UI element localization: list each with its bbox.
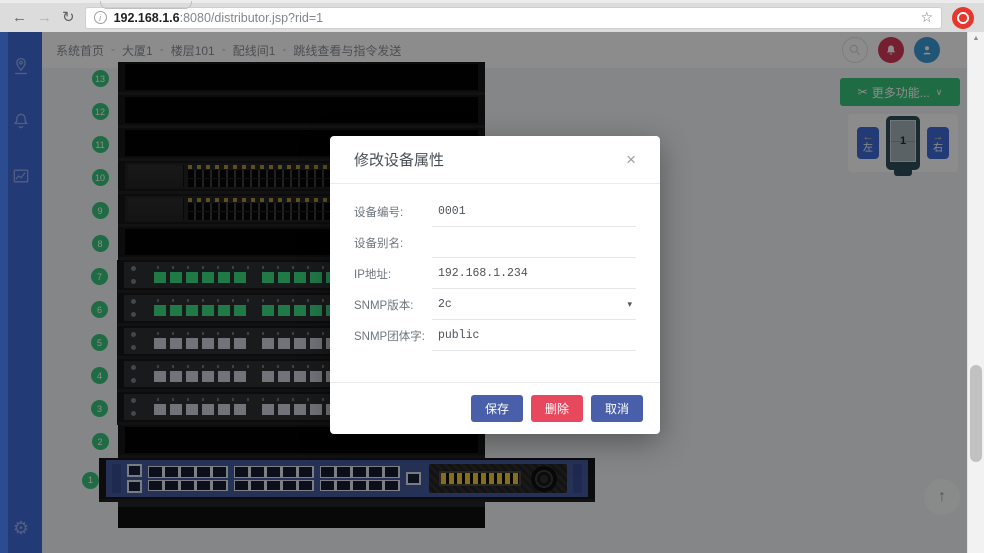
browser-forward-button[interactable]: → [37,10,52,25]
scrollbar-thumb[interactable] [970,365,982,462]
close-icon[interactable]: × [626,151,636,168]
field-ip-address: IP地址: 192.168.1.234 [354,258,636,289]
field-value: public [438,329,479,342]
app-window: ⚙ 系统首页-大厦1-楼层101-配线间1-跳线查看与指令发送 13121110… [0,32,984,553]
sidebar-accent-strip [0,32,8,553]
delete-button[interactable]: 删除 [531,395,583,422]
save-button[interactable]: 保存 [471,395,523,422]
url-text: 192.168.1.6:8080/distributor.jsp?rid=1 [114,9,324,27]
ip-address-input[interactable]: 192.168.1.234 [432,258,636,289]
field-value: 0001 [438,205,466,218]
snmp-community-input[interactable]: public [432,320,636,351]
field-value: 192.168.1.234 [438,267,528,280]
cancel-button[interactable]: 取消 [591,395,643,422]
caret-down-icon: ▾ [627,299,636,310]
scrollbar[interactable]: ▲ [967,32,984,553]
device-alias-input[interactable] [432,227,636,258]
field-value: 2c [438,298,452,311]
scrollbar-up-arrow[interactable]: ▲ [968,32,984,46]
field-snmp-community: SNMP团体字: public [354,320,636,351]
field-snmp-version: SNMP版本: 2c ▾ [354,289,636,320]
field-device-id: 设备编号: 0001 [354,196,636,227]
modal-body: 设备编号:0001设备别名:IP地址:192.168.1.234SNMP版本:2… [330,184,660,351]
browser-chrome: ← → ↻ i 192.168.1.6:8080/distributor.jsp… [0,0,984,32]
device-id-input[interactable]: 0001 [432,196,636,227]
url-path: :8080/distributor.jsp?rid=1 [180,11,324,25]
field-label: SNMP版本: [354,297,432,313]
page-info-icon[interactable]: i [94,11,107,24]
browser-reload-button[interactable]: ↻ [62,10,75,25]
field-label: IP地址: [354,266,432,282]
field-label: SNMP团体字: [354,328,432,344]
modal-title: 修改设备属性 [354,149,444,170]
bookmark-star-icon[interactable]: ☆ [920,9,933,26]
browser-url-bar[interactable]: i 192.168.1.6:8080/distributor.jsp?rid=1… [85,7,942,29]
modal-header: 修改设备属性 × [330,136,660,184]
browser-tab[interactable] [100,1,192,9]
modal-footer: 保存删除取消 [330,382,660,434]
field-label: 设备编号: [354,204,432,220]
browser-brand-icon[interactable] [952,7,974,29]
browser-back-button[interactable]: ← [12,10,27,25]
field-device-alias: 设备别名: [354,227,636,258]
screen: ← → ↻ i 192.168.1.6:8080/distributor.jsp… [0,0,984,553]
url-host: 192.168.1.6 [114,11,180,25]
field-label: 设备别名: [354,235,432,251]
snmp-version-input[interactable]: 2c ▾ [432,289,636,320]
modal-dialog: 修改设备属性 × 设备编号: 0001 设备别名: IP地址: 192.168.1.23… [330,136,660,434]
